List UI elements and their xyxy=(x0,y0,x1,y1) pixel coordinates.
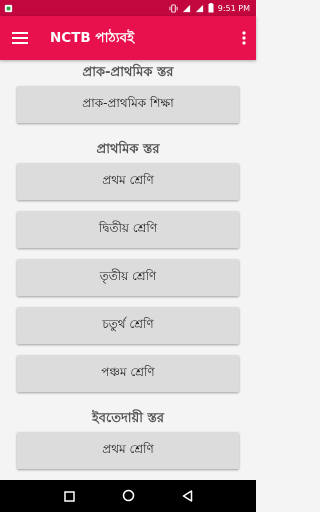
home-icon[interactable] xyxy=(122,487,135,506)
signal-icon-2 xyxy=(195,4,204,13)
battery-icon xyxy=(208,3,214,13)
ebtedayee-class-one-button[interactable]: প্রথম শ্রেণি xyxy=(17,432,239,469)
back-icon[interactable] xyxy=(182,487,193,506)
vibrate-icon xyxy=(169,3,178,13)
more-vert-icon[interactable] xyxy=(232,16,256,60)
app-bar: NCTB পাঠ্যবই xyxy=(0,16,256,60)
pre-primary-education-button[interactable]: প্রাক-প্রাথমিক শিক্ষা xyxy=(17,86,239,123)
app-notification-icon xyxy=(4,4,13,13)
class-two-button[interactable]: দ্বিতীয় শ্রেণি xyxy=(17,211,239,248)
section-title-ebtedayee: ইবতেদায়ী স্তর xyxy=(92,411,164,426)
recent-apps-icon[interactable] xyxy=(63,487,75,506)
section-title-pre-primary: প্রাক-প্রাথমিক স্তর xyxy=(82,65,174,80)
status-bar: 9:51 PM xyxy=(0,0,256,16)
section-title-primary: প্রাথমিক স্তর xyxy=(96,142,160,157)
system-nav-bar xyxy=(0,480,256,512)
class-four-button[interactable]: চতুর্থ শ্রেণি xyxy=(17,307,239,344)
class-five-button[interactable]: পঞ্চম শ্রেণি xyxy=(17,355,239,392)
page-title: NCTB পাঠ্যবই xyxy=(50,29,135,46)
category-list[interactable]: প্রাক-প্রাথমিক স্তর প্রাক-প্রাথমিক শিক্ষ… xyxy=(0,60,256,480)
hamburger-menu-icon[interactable] xyxy=(0,16,40,60)
status-time: 9:51 PM xyxy=(217,3,250,13)
class-three-button[interactable]: তৃতীয় শ্রেণি xyxy=(17,259,239,296)
signal-icon xyxy=(182,4,191,13)
class-one-button[interactable]: প্রথম শ্রেণি xyxy=(17,163,239,200)
